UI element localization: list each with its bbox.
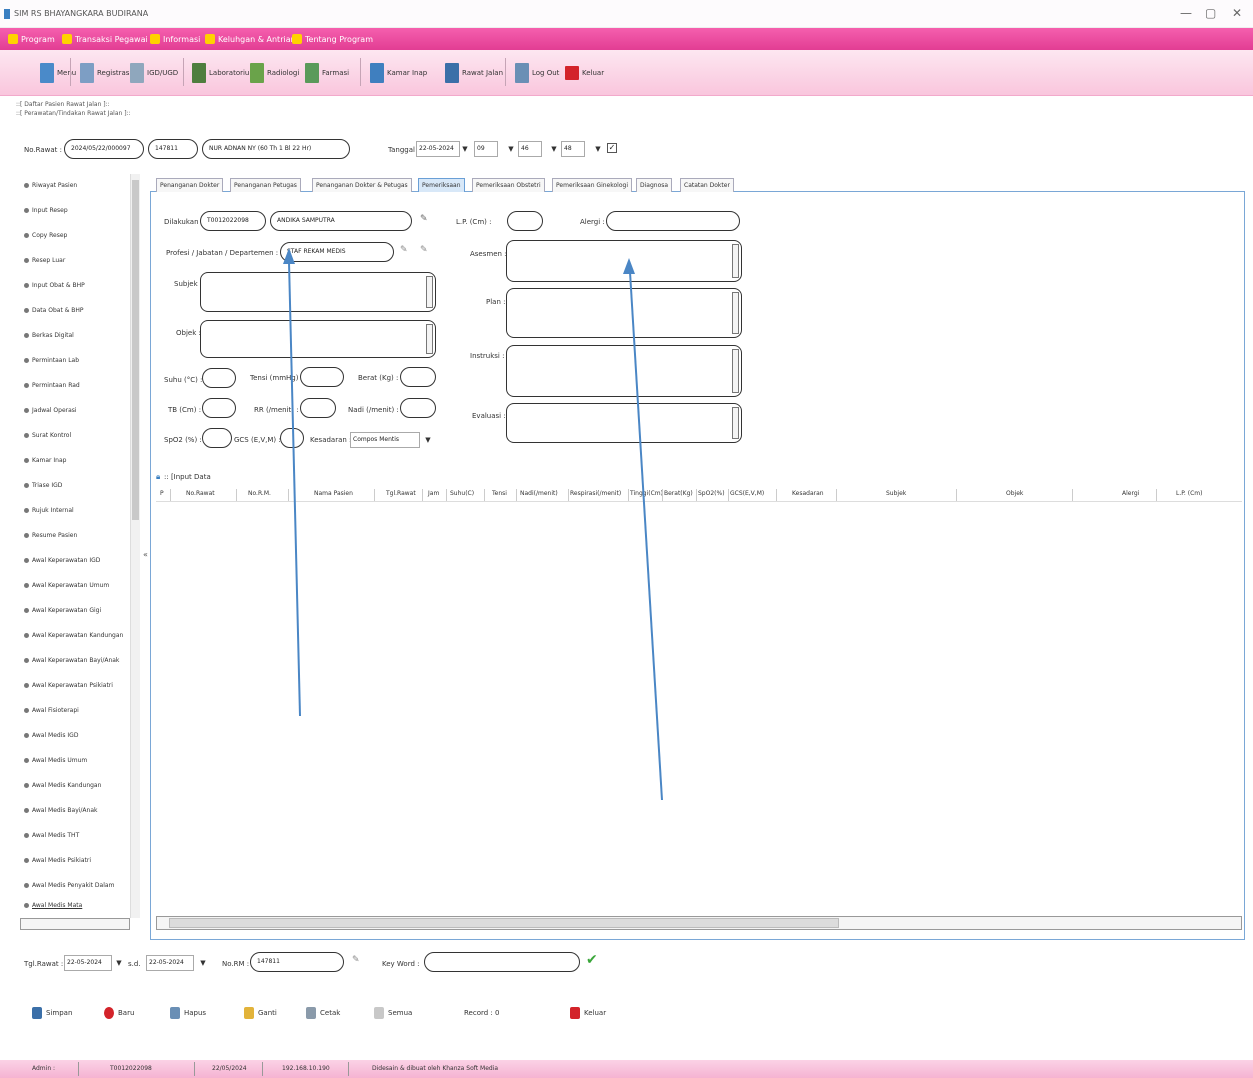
arrow-line-profesi [288, 261, 301, 717]
keluar-bottom-button[interactable]: Keluar [570, 1005, 606, 1021]
no-rm-label: No.RM : [222, 960, 250, 968]
tgl-to-dropdown-icon[interactable]: ▼ [198, 955, 208, 971]
tgl-to-field[interactable]: 22-05-2024 [146, 955, 194, 971]
tgl-from-dropdown-icon[interactable]: ▼ [114, 955, 124, 971]
record-count: Record : 0 [464, 1009, 500, 1017]
key-word-label: Key Word : [382, 960, 420, 968]
save-icon [32, 1007, 42, 1019]
arrow-line-asesmen [629, 271, 663, 801]
tgl-from-field[interactable]: 22-05-2024 [64, 955, 112, 971]
status-credit: Didesain & dibuat oleh Khanza Soft Media [372, 1065, 499, 1072]
ganti-button[interactable]: Ganti [244, 1005, 277, 1021]
arrow-head-profesi [283, 248, 295, 264]
status-bar: Admin : T0012022098 22/05/2024 192.168.1… [0, 1060, 1253, 1078]
status-date: 22/05/2024 [212, 1065, 247, 1072]
status-ip: 192.168.10.190 [282, 1065, 330, 1072]
delete-icon [170, 1007, 180, 1019]
pencil-icon[interactable]: ✎ [352, 955, 360, 965]
semua-button[interactable]: Semua [374, 1005, 412, 1021]
search-icon [374, 1007, 384, 1019]
status-user-id: T0012022098 [110, 1065, 152, 1072]
arrow-head-asesmen [623, 258, 635, 274]
edit-icon [244, 1007, 254, 1019]
status-divider [348, 1062, 349, 1076]
check-search-icon[interactable]: ✔ [586, 952, 598, 968]
tgl-rawat-label: Tgl.Rawat : [24, 960, 64, 968]
simpan-button[interactable]: Simpan [32, 1005, 72, 1021]
print-icon [306, 1007, 316, 1019]
new-icon [104, 1007, 114, 1019]
cetak-button[interactable]: Cetak [306, 1005, 340, 1021]
key-word-input[interactable] [424, 952, 580, 972]
baru-button[interactable]: Baru [104, 1005, 134, 1021]
status-divider [262, 1062, 263, 1076]
annotation-arrows [283, 248, 663, 801]
filter-no-rm-field[interactable]: 147811 [250, 952, 344, 972]
hapus-button[interactable]: Hapus [170, 1005, 206, 1021]
status-divider [194, 1062, 195, 1076]
close-x-icon [570, 1007, 580, 1019]
status-user-label: Admin : [32, 1065, 56, 1072]
status-divider [78, 1062, 79, 1076]
sd-label: s.d. [128, 960, 141, 968]
